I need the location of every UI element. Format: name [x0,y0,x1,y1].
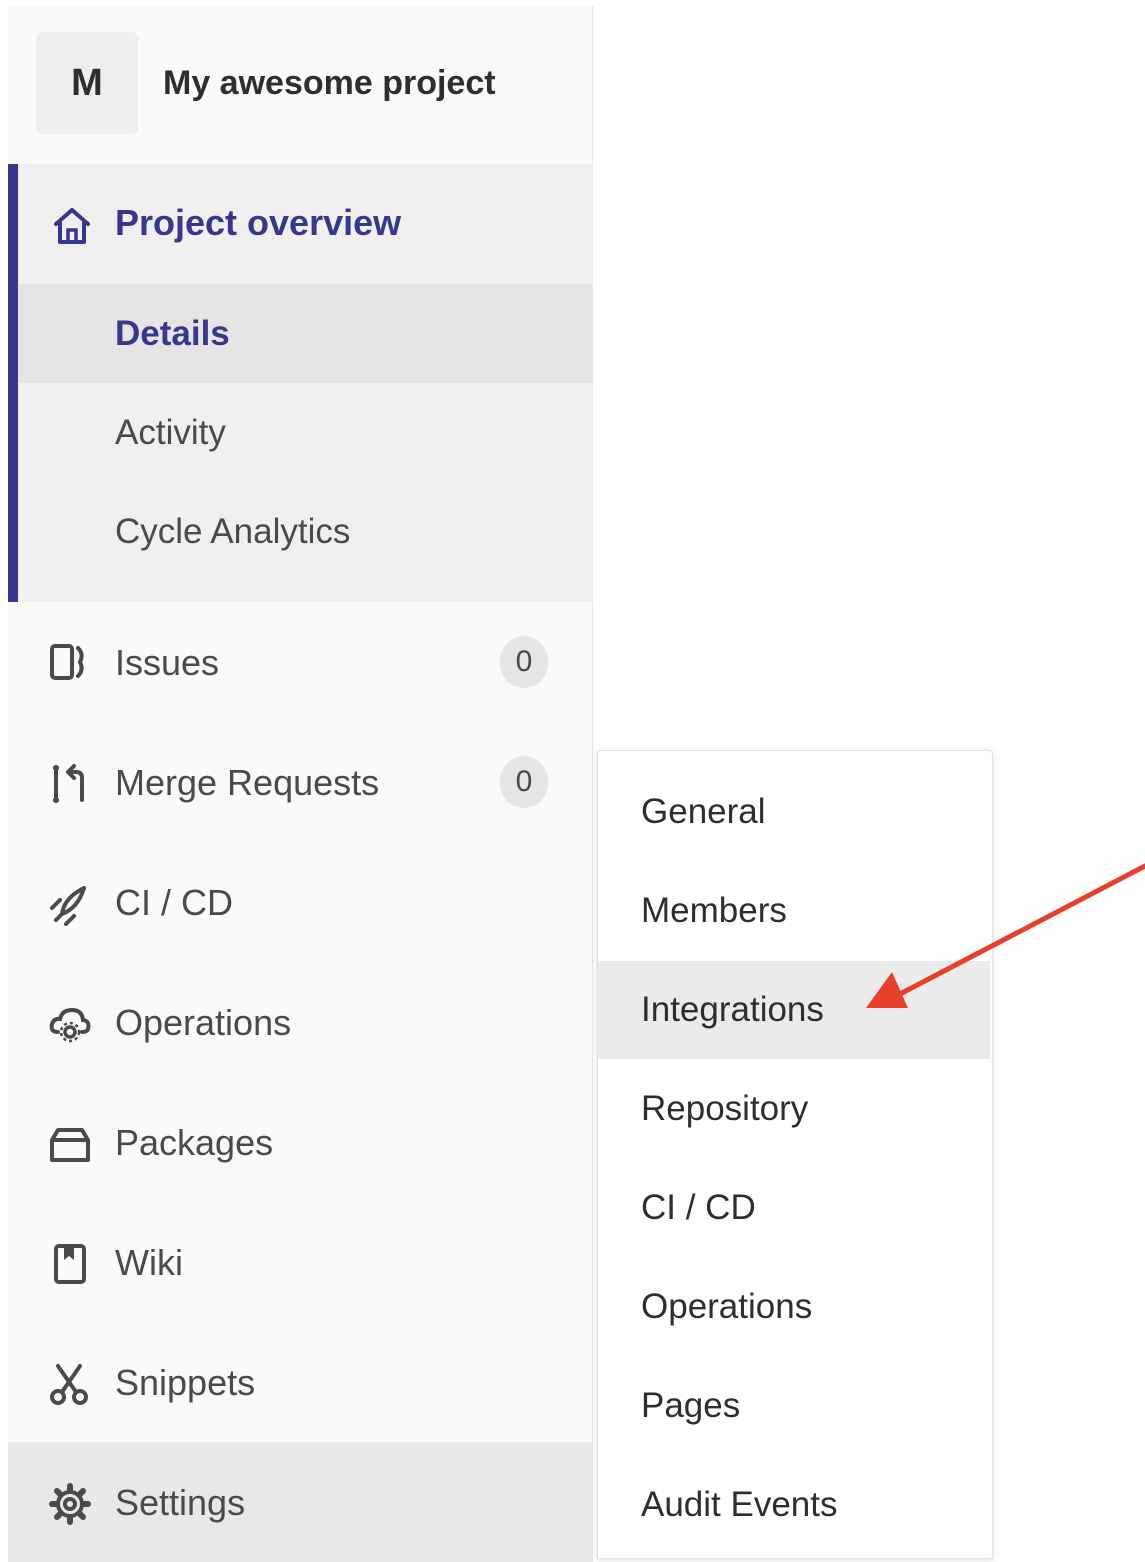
project-header[interactable]: M My awesome project [8,6,593,162]
sidebar-item-operations[interactable]: Operations [8,962,593,1082]
book-icon [48,1242,92,1286]
home-icon [50,204,94,248]
project-avatar[interactable]: M [36,32,138,134]
sidebar-item-operations-label: Operations [115,1002,292,1043]
flyout-item-operations[interactable]: Operations [598,1258,990,1356]
gear-icon [48,1482,92,1526]
sidebar-item-ci-cd-label: CI / CD [115,882,234,923]
flyout-item-ci-cd[interactable]: CI / CD [598,1159,990,1257]
flyout-item-members[interactable]: Members [598,862,990,960]
sidebar: M My awesome project Project overview De… [8,6,593,1562]
sidebar-item-project-overview-label: Project overview [115,202,402,243]
sidebar-subitem-activity[interactable]: Activity [18,383,593,482]
merge-requests-count-badge: 0 [500,756,548,808]
sidebar-item-merge-requests-label: Merge Requests [115,762,380,803]
sidebar-item-snippets-label: Snippets [115,1362,256,1403]
sidebar-item-project-overview[interactable]: Project overview [18,164,593,284]
sidebar-item-settings-label: Settings [115,1482,246,1523]
flyout-item-audit-events[interactable]: Audit Events [598,1456,990,1554]
sidebar-item-settings[interactable]: Settings [8,1442,593,1562]
sidebar-subitem-cycle-analytics[interactable]: Cycle Analytics [18,482,593,581]
merge-request-icon [48,762,92,806]
sidebar-item-merge-requests[interactable]: Merge Requests 0 [8,722,593,842]
package-icon [48,1122,92,1166]
issues-count-badge: 0 [500,636,548,688]
project-name[interactable]: My awesome project [163,64,496,103]
sidebar-item-packages[interactable]: Packages [8,1082,593,1202]
sidebar-item-ci-cd[interactable]: CI / CD [8,842,593,962]
flyout-item-integrations[interactable]: Integrations [598,961,990,1059]
sidebar-item-issues[interactable]: Issues 0 [8,602,593,722]
flyout-item-repository[interactable]: Repository [598,1060,990,1158]
sidebar-item-issues-label: Issues [115,642,220,683]
cloud-gear-icon [48,1002,92,1046]
rocket-icon [48,882,92,926]
sidebar-item-packages-label: Packages [115,1122,274,1163]
scissors-icon [48,1362,92,1406]
issues-icon [48,640,92,684]
sidebar-subitem-details[interactable]: Details [18,284,593,383]
sidebar-item-wiki-label: Wiki [115,1242,183,1283]
settings-flyout-menu: General Members Integrations Repository … [597,750,993,1559]
flyout-item-pages[interactable]: Pages [598,1357,990,1455]
sidebar-item-snippets[interactable]: Snippets [8,1322,593,1442]
project-overview-section: Project overview Details Activity Cycle … [8,164,593,602]
flyout-item-general[interactable]: General [598,763,990,861]
sidebar-item-wiki[interactable]: Wiki [8,1202,593,1322]
